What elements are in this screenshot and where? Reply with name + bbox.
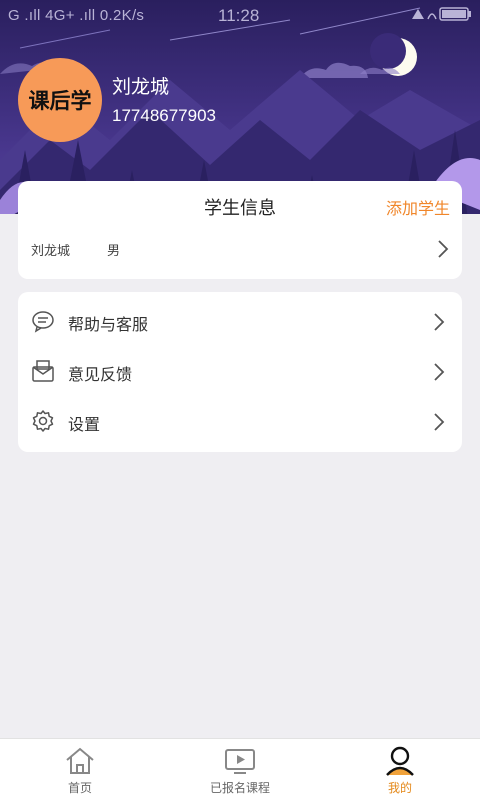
avatar-text: 课后学 xyxy=(28,89,92,113)
gear-icon xyxy=(32,410,54,432)
battery-icon xyxy=(412,7,471,21)
chevron-right-icon xyxy=(434,413,445,431)
chevron-right-icon xyxy=(438,240,449,258)
student-gender: 男 xyxy=(107,244,121,259)
bottom-tab-bar: 首页 已报名课程 我的 xyxy=(0,738,480,800)
user-name: 刘龙城 xyxy=(112,76,170,98)
menu-item-settings-label: 设置 xyxy=(68,415,101,434)
status-bar: G .ıll 4G+ .ıll 0.2K/s 11:28 xyxy=(0,0,480,32)
menu-item-feedback-label: 意见反馈 xyxy=(68,365,133,384)
menu-item-help-label: 帮助与客服 xyxy=(68,315,149,334)
tab-enrolled-courses-label: 已报名课程 xyxy=(209,781,270,795)
tab-mine[interactable]: 我的 xyxy=(340,739,460,800)
menu-card: 帮助与客服 意见反馈 设置 xyxy=(18,292,462,452)
profile-page: G .ıll 4G+ .ıll 0.2K/s 11:28 课后学 刘龙城 177… xyxy=(0,0,480,800)
user-icon xyxy=(386,746,414,776)
chevron-right-icon xyxy=(434,363,445,381)
menu-item-settings[interactable]: 设置 xyxy=(18,396,462,446)
status-icons xyxy=(410,7,472,25)
tab-home-label: 首页 xyxy=(67,781,92,795)
status-time: 11:28 xyxy=(218,6,260,25)
add-student-button[interactable]: 添加学生 xyxy=(386,195,450,219)
chat-bubble-icon xyxy=(32,311,54,333)
tab-enrolled-courses[interactable]: 已报名课程 xyxy=(180,739,300,800)
menu-item-feedback[interactable]: 意见反馈 xyxy=(18,346,462,396)
student-info-card: 学生信息 添加学生 刘龙城 男 xyxy=(18,181,462,279)
status-network: G .ıll 4G+ .ıll 0.2K/s xyxy=(8,7,145,24)
student-name: 刘龙城 xyxy=(31,244,71,259)
menu-item-help[interactable]: 帮助与客服 xyxy=(18,296,462,346)
tab-home[interactable]: 首页 xyxy=(20,739,140,800)
chevron-right-icon xyxy=(434,313,445,331)
mail-inbox-icon xyxy=(32,360,54,382)
student-row[interactable]: 刘龙城 男 xyxy=(18,231,462,267)
tab-mine-label: 我的 xyxy=(387,781,412,795)
video-play-icon xyxy=(225,749,255,774)
avatar[interactable]: 课后学 xyxy=(18,58,102,142)
home-icon xyxy=(66,747,94,774)
user-phone: 17748677903 xyxy=(112,106,217,125)
